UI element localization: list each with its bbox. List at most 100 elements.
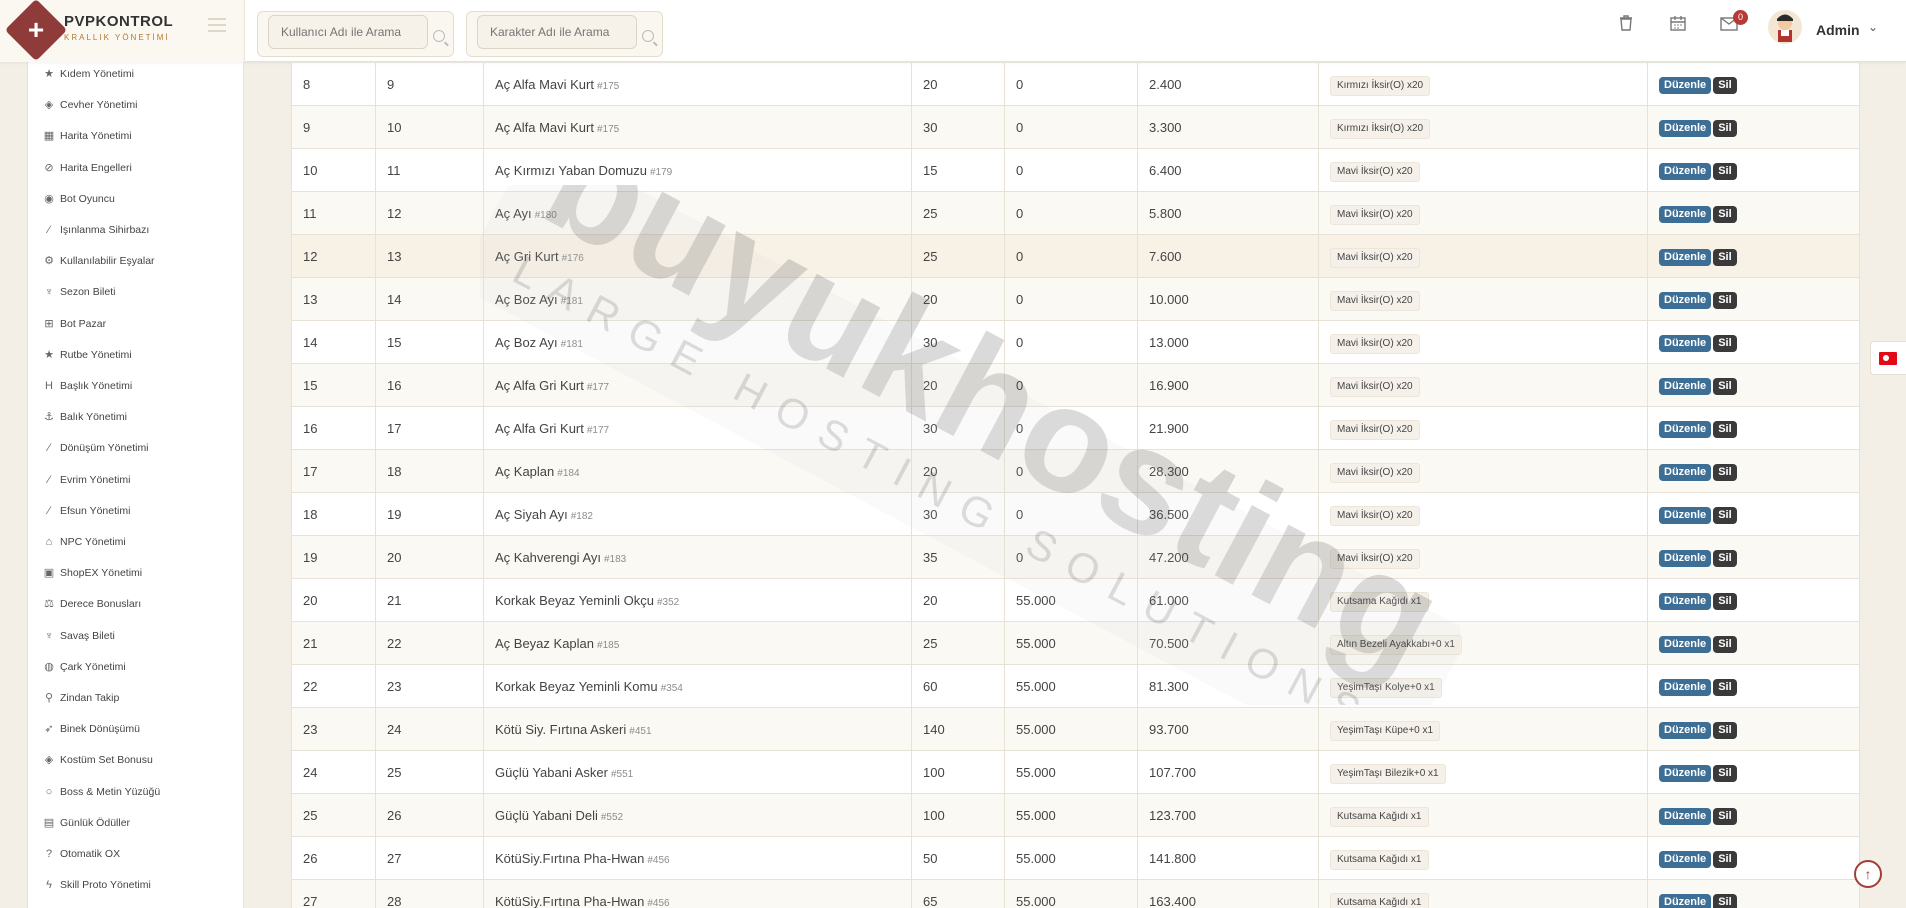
sidebar-item[interactable]: ▤ Günlük Ödüller	[42, 813, 130, 833]
delete-button[interactable]: Sil	[1713, 77, 1737, 95]
edit-button[interactable]: Düzenle	[1659, 851, 1712, 869]
sidebar-item[interactable]: ⚓ Balık Yönetimi	[42, 407, 127, 427]
cell-level: 13	[376, 235, 484, 278]
sidebar-item[interactable]: ◈ Kostüm Set Bonusu	[42, 750, 153, 770]
edit-button[interactable]: Düzenle	[1659, 464, 1712, 482]
cell-yang: 0	[1005, 321, 1138, 364]
sidebar-item[interactable]: ⊘ Harita Engelleri	[42, 158, 131, 178]
sidebar-item-label: Bot Oyuncu	[60, 192, 115, 205]
sidebar-item[interactable]: ⁄ Işınlanma Sihirbazı	[42, 220, 149, 240]
chevron-down-icon[interactable]: ⌄	[1868, 20, 1878, 34]
scroll-top-button[interactable]: ↑	[1854, 860, 1882, 888]
cell-no: 9	[291, 106, 376, 149]
sidebar-item[interactable]: ♆ Sezon Bileti	[42, 282, 116, 302]
sidebar-item[interactable]: ⚖ Derece Bonusları	[42, 594, 141, 614]
edit-button[interactable]: Düzenle	[1659, 808, 1712, 826]
sidebar-item[interactable]: ➶ Binek Dönüşümü	[42, 719, 140, 739]
delete-button[interactable]: Sil	[1713, 421, 1737, 439]
edit-button[interactable]: Düzenle	[1659, 249, 1712, 267]
delete-button[interactable]: Sil	[1713, 292, 1737, 310]
hamburger-menu-icon[interactable]	[208, 18, 226, 32]
cell-level: 24	[376, 708, 484, 751]
edit-button[interactable]: Düzenle	[1659, 378, 1712, 396]
edit-button[interactable]: Düzenle	[1659, 206, 1712, 224]
sidebar-item[interactable]: ◉ Bot Oyuncu	[42, 189, 115, 209]
sidebar-item[interactable]: ⊞ Bot Pazar	[42, 314, 106, 334]
edit-button[interactable]: Düzenle	[1659, 765, 1712, 783]
cell-actions: Düzenle Sil	[1648, 837, 1860, 880]
edit-button[interactable]: Düzenle	[1659, 77, 1712, 95]
cell-no: 20	[291, 579, 376, 622]
delete-button[interactable]: Sil	[1713, 636, 1737, 654]
delete-button[interactable]: Sil	[1713, 593, 1737, 611]
sidebar-item[interactable]: ○ Boss & Metin Yüzüğü	[42, 782, 161, 802]
mob-name: Aç Kahverengi Ayı	[495, 550, 601, 565]
sidebar-item[interactable]: ⁄ Evrim Yönetimi	[42, 470, 130, 490]
delete-button[interactable]: Sil	[1713, 765, 1737, 783]
edit-button[interactable]: Düzenle	[1659, 507, 1712, 525]
user-search-input[interactable]	[268, 15, 428, 49]
sidebar-item[interactable]: ♆ Savaş Bileti	[42, 626, 115, 646]
delete-button[interactable]: Sil	[1713, 550, 1737, 568]
cell-reward: Mavi İksir(O) x20	[1319, 364, 1648, 407]
delete-button[interactable]: Sil	[1713, 808, 1737, 826]
delete-button[interactable]: Sil	[1713, 335, 1737, 353]
mob-id: #176	[561, 253, 584, 264]
sidebar-item-label: Cevher Yönetimi	[60, 99, 138, 112]
edit-button[interactable]: Düzenle	[1659, 421, 1712, 439]
reward-item-tag: YeşimTaşı Bilezik+0 x1	[1330, 763, 1446, 784]
sidebar-item[interactable]: ★ Kıdem Yönetimi	[42, 64, 134, 84]
cell-exp: 81.300	[1138, 665, 1319, 708]
delete-button[interactable]: Sil	[1713, 894, 1737, 908]
sidebar-item[interactable]: ⁄ Efsun Yönetimi	[42, 501, 130, 521]
delete-button[interactable]: Sil	[1713, 679, 1737, 697]
delete-button[interactable]: Sil	[1713, 206, 1737, 224]
user-name[interactable]: Admin	[1816, 22, 1860, 38]
cell-level: 20	[376, 536, 484, 579]
sidebar-item[interactable]: ◍ Çark Yönetimi	[42, 657, 126, 677]
edit-button[interactable]: Düzenle	[1659, 636, 1712, 654]
edit-button[interactable]: Düzenle	[1659, 894, 1712, 908]
language-selector[interactable]	[1870, 341, 1906, 375]
sidebar-item[interactable]: ϟ Skill Proto Yönetimi	[42, 875, 151, 895]
cell-mob: Aç Kahverengi Ayı #183	[484, 536, 912, 579]
table-row: 9 10 Aç Alfa Mavi Kurt #175 30 0 3.300 Kırmızı …	[291, 106, 1860, 149]
avatar[interactable]	[1768, 10, 1802, 44]
delete-button[interactable]: Sil	[1713, 851, 1737, 869]
delete-button[interactable]: Sil	[1713, 378, 1737, 396]
edit-button[interactable]: Düzenle	[1659, 163, 1712, 181]
delete-button[interactable]: Sil	[1713, 249, 1737, 267]
cell-level: 25	[376, 751, 484, 794]
edit-button[interactable]: Düzenle	[1659, 722, 1712, 740]
edit-button[interactable]: Düzenle	[1659, 679, 1712, 697]
edit-button[interactable]: Düzenle	[1659, 335, 1712, 353]
sidebar-item[interactable]: ⁄ Dönüşüm Yönetimi	[42, 438, 148, 458]
delete-button[interactable]: Sil	[1713, 507, 1737, 525]
edit-button[interactable]: Düzenle	[1659, 593, 1712, 611]
search-icon[interactable]	[433, 30, 445, 42]
delete-button[interactable]: Sil	[1713, 120, 1737, 138]
table-row: 26 27 KötüSiy.Fırtına Pha-Hwan #456 50 55.000…	[291, 837, 1860, 880]
sidebar-item[interactable]: ★ Rutbe Yönetimi	[42, 345, 132, 365]
delete-button[interactable]: Sil	[1713, 163, 1737, 181]
calendar-icon[interactable]	[1665, 14, 1691, 40]
edit-button[interactable]: Düzenle	[1659, 550, 1712, 568]
sidebar-item[interactable]: ◈ Cevher Yönetimi	[42, 95, 138, 115]
star-icon: ★	[44, 348, 54, 361]
sidebar-item-label: Kullanılabilir Eşyalar	[60, 255, 155, 268]
sidebar-item[interactable]: ▣ ShopEX Yönetimi	[42, 563, 142, 583]
sidebar-item[interactable]: H Başlık Yönetimi	[42, 376, 132, 396]
delete-button[interactable]: Sil	[1713, 464, 1737, 482]
sidebar-item[interactable]: ⚙ Kullanılabilir Eşyalar	[42, 251, 155, 271]
search-icon[interactable]	[642, 30, 654, 42]
delete-button[interactable]: Sil	[1713, 722, 1737, 740]
sidebar-item[interactable]: ? Otomatik OX	[42, 844, 120, 864]
character-search-input[interactable]	[477, 15, 637, 49]
sidebar-item[interactable]: ⌂ NPC Yönetimi	[42, 532, 126, 552]
cell-mob: Aç Alfa Gri Kurt #177	[484, 407, 912, 450]
edit-button[interactable]: Düzenle	[1659, 292, 1712, 310]
sidebar-item[interactable]: ▦ Harita Yönetimi	[42, 126, 132, 146]
edit-button[interactable]: Düzenle	[1659, 120, 1712, 138]
sidebar-item[interactable]: ⚲ Zindan Takip	[42, 688, 119, 708]
trash-icon[interactable]	[1613, 14, 1639, 40]
